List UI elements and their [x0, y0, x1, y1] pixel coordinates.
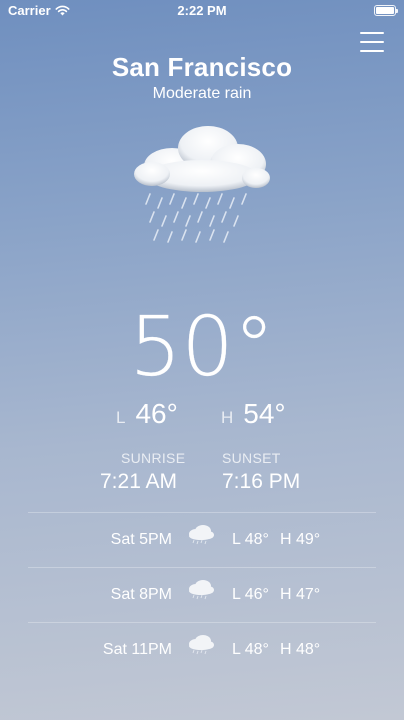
forecast-low: L 48°: [232, 641, 269, 658]
battery-icon: [374, 5, 398, 16]
sunrise: SUNRISE 7:21 AM: [100, 450, 185, 494]
forecast-time: Sat 11PM: [102, 641, 172, 658]
rain-cloud-icon: [189, 525, 214, 545]
forecast-low: L 46°: [232, 586, 269, 603]
weather-condition: Moderate rain: [152, 85, 252, 102]
rain-cloud-icon: [189, 635, 214, 655]
forecast-row[interactable]: Sat 11PM L 48° H 48°: [28, 622, 376, 677]
menu-line: [360, 41, 384, 43]
rain-cloud-icon: [189, 580, 214, 600]
sunset: SUNSET 7:16 PM: [222, 450, 300, 494]
low-label: L: [116, 408, 126, 427]
low-temperature: L 46°: [116, 398, 178, 430]
high-temperature: H 54°: [221, 398, 286, 430]
current-temperature-value: 50°: [129, 300, 275, 395]
forecast-time: Sat 8PM: [110, 586, 172, 603]
sunrise-label: SUNRISE: [121, 450, 186, 466]
menu-line: [360, 32, 384, 34]
forecast-row[interactable]: Sat 5PM L 48° H 49°: [28, 512, 376, 567]
forecast-high: H 47°: [280, 586, 321, 603]
high-value: 54°: [243, 398, 286, 429]
hamburger-menu-icon[interactable]: [360, 32, 384, 52]
status-bar: Carrier 2:22 PM: [0, 0, 404, 22]
forecast-list: Sat 5PM L 48° H 49° Sat 8PM L 46° H 47° …: [28, 512, 376, 677]
low-value: 46°: [135, 398, 178, 429]
city-name: San Francisco: [111, 52, 293, 82]
battery-fill: [376, 7, 394, 14]
forecast-time: Sat 5PM: [110, 531, 172, 548]
sunrise-time: 7:21 AM: [100, 470, 178, 493]
sunset-time: 7:16 PM: [222, 470, 301, 493]
current-temperature: 50°: [0, 300, 404, 396]
forecast-high: H 49°: [280, 531, 321, 548]
sunset-label: SUNSET: [222, 450, 281, 466]
high-label: H: [221, 408, 234, 427]
forecast-low: L 48°: [232, 531, 269, 548]
status-time: 2:22 PM: [177, 3, 227, 18]
rain-cloud-icon: [134, 126, 270, 243]
forecast-row[interactable]: Sat 8PM L 46° H 47°: [28, 567, 376, 622]
forecast-high: H 48°: [280, 641, 321, 658]
